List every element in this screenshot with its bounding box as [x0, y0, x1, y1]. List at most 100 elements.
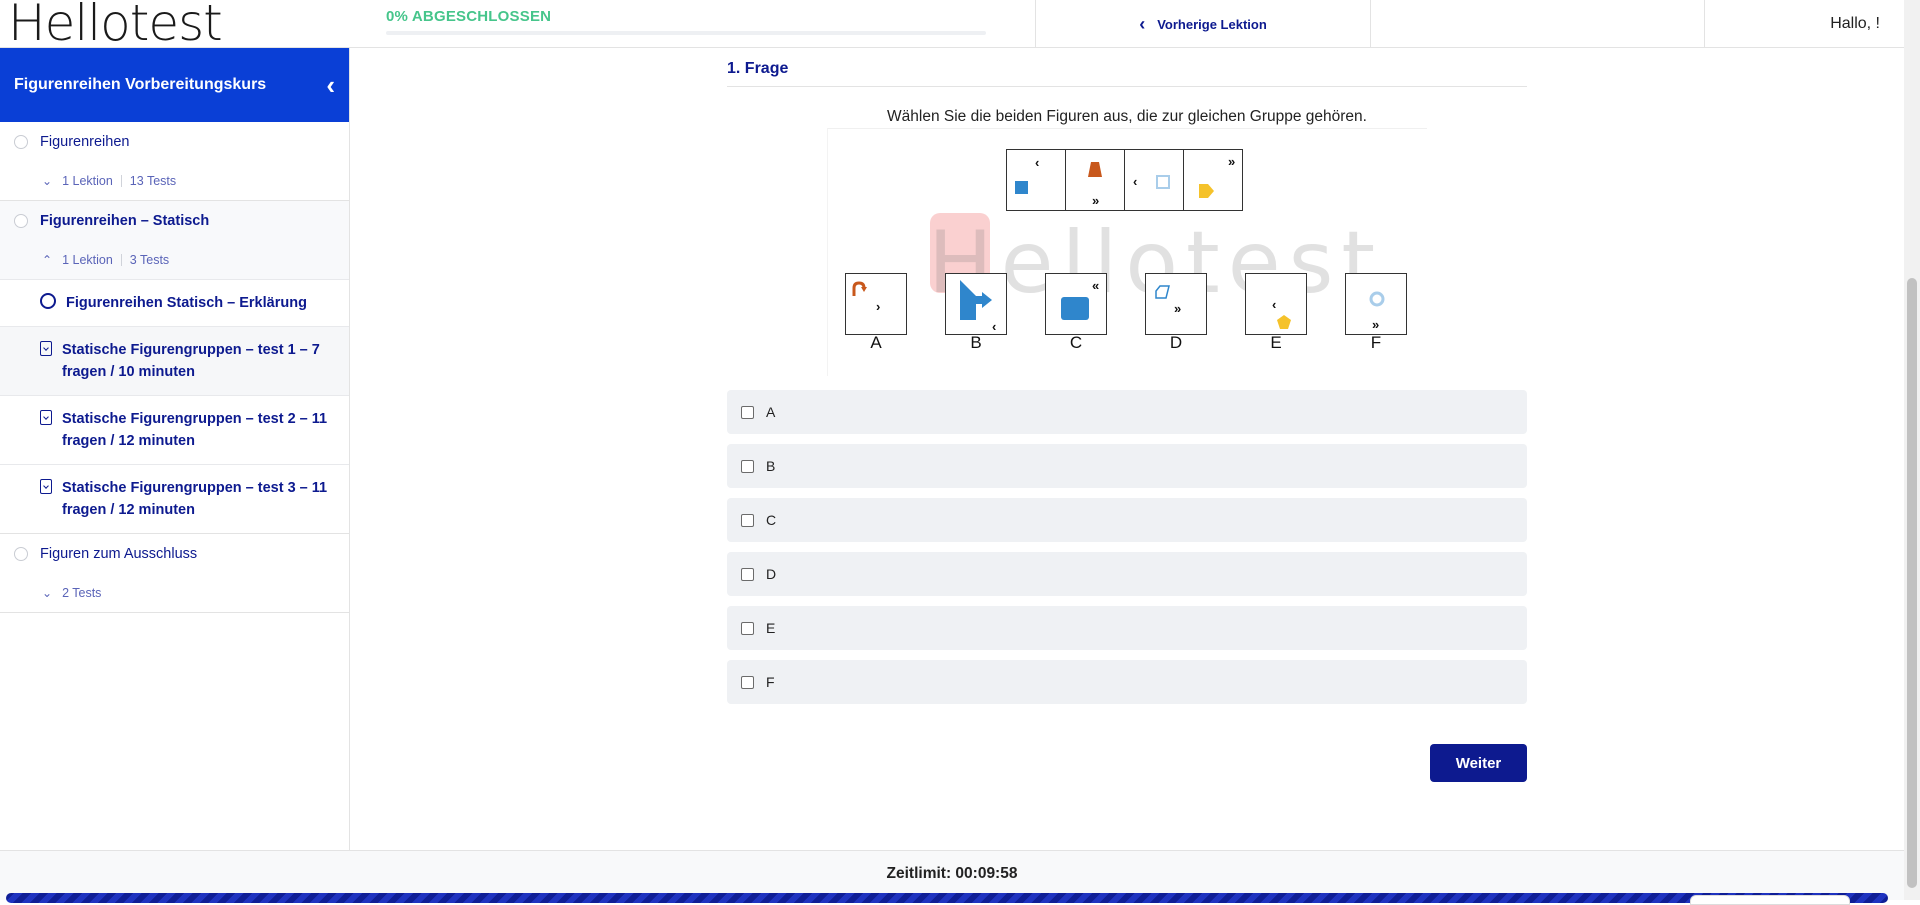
blue-square-shape — [1015, 181, 1028, 194]
lesson-item[interactable]: Statische Figurengruppen – test 2 – 11 f… — [0, 395, 349, 464]
answer-option-f[interactable]: F — [727, 660, 1527, 704]
lesson-item[interactable]: Statische Figurengruppen – test 3 – 11 f… — [0, 464, 349, 533]
test-count: 13 Tests — [129, 174, 177, 188]
quiz-main: 1. Frage Wählen Sie die beiden Figuren a… — [351, 48, 1904, 850]
question-prompt: Wählen Sie die beiden Figuren aus, die z… — [887, 108, 1367, 125]
module-title-row[interactable]: Figurenreihen – Statisch — [0, 201, 349, 241]
module-meta-toggle[interactable]: ⌄ 2 Tests — [0, 574, 349, 612]
lesson-title: Statische Figurengruppen – test 2 – 11 f… — [62, 411, 328, 449]
time-limit-label: Zeitlimit: 00:09:58 — [886, 865, 1018, 882]
lesson-circle-icon — [40, 293, 56, 309]
lesson-title: Statische Figurengruppen – test 1 – 7 fr… — [62, 342, 320, 380]
collapse-sidebar-icon[interactable]: ‹ — [326, 72, 335, 98]
user-greeting[interactable]: Hallo, ! — [1704, 0, 1904, 48]
progress-label: 0% ABGESCHLOSSEN — [386, 8, 552, 25]
timer-bar-tab — [1690, 895, 1850, 905]
yellow-pentagon-shape — [1277, 315, 1291, 329]
logo-text: Hellotest — [8, 0, 223, 52]
progress-circle-icon — [14, 547, 28, 561]
course-header: Figurenreihen Vorbereitungskurs ‹ — [0, 48, 349, 122]
next-button[interactable]: Weiter — [1430, 744, 1527, 782]
chevron-down-icon: ⌄ — [42, 586, 53, 600]
lesson-title: Statische Figurengruppen – test 3 – 11 f… — [62, 480, 328, 518]
figure-option-b: ‹ — [945, 273, 1007, 335]
figure-option-d: » — [1145, 273, 1207, 335]
single-left-arrow-glyph: ‹ — [992, 319, 997, 334]
lesson-item[interactable]: Figurenreihen Statisch – Erklärung — [0, 279, 349, 326]
module-title: Figurenreihen – Statisch — [40, 213, 210, 229]
page-scrollbar[interactable] — [1904, 0, 1920, 900]
single-left-arrow-glyph: ‹ — [1133, 174, 1138, 189]
answer-label: D — [766, 566, 777, 582]
answer-label: B — [766, 458, 776, 474]
lesson-title: Figurenreihen Statisch – Erklärung — [66, 295, 307, 311]
answer-option-e[interactable]: E — [727, 606, 1527, 650]
sidebar-module-figuren-zum-ausschluss: Figuren zum Ausschluss ⌄ 2 Tests — [0, 534, 349, 613]
figure-label-c: C — [1069, 333, 1083, 352]
timer-progress-bar — [6, 893, 1888, 903]
meta-divider — [120, 175, 122, 187]
answer-label: C — [766, 512, 777, 528]
lesson-item-current[interactable]: Statische Figurengruppen – test 1 – 7 fr… — [0, 326, 349, 395]
sequence-cell: » — [1065, 149, 1125, 211]
module-title-row[interactable]: Figurenreihen — [0, 122, 349, 162]
answer-option-d[interactable]: D — [727, 552, 1527, 596]
module-meta-toggle[interactable]: ⌃ 1 Lektion 3 Tests — [0, 241, 349, 279]
module-meta-toggle[interactable]: ⌄ 1 Lektion 13 Tests — [0, 162, 349, 200]
answer-checkbox[interactable] — [741, 675, 754, 689]
answer-option-c[interactable]: C — [727, 498, 1527, 542]
test-count: 3 Tests — [129, 253, 170, 267]
meta-divider — [120, 254, 122, 266]
figure-label-b: B — [970, 333, 982, 352]
answer-checkbox[interactable] — [741, 405, 754, 419]
answer-checkbox[interactable] — [741, 567, 754, 581]
single-right-arrow-glyph: › — [876, 299, 881, 314]
module-title: Figurenreihen — [40, 134, 130, 150]
module-title: Figuren zum Ausschluss — [40, 546, 198, 562]
question-figure: Hellotest ‹ » ‹ » › A ‹ B « C » D ‹ E » … — [827, 128, 1427, 376]
figure-label-e: E — [1270, 333, 1282, 352]
course-progress: 0% ABGESCHLOSSEN — [386, 8, 986, 35]
light-blue-square-outline-shape — [1156, 175, 1170, 189]
sequence-cell: » — [1183, 149, 1243, 211]
figure-label-a: A — [870, 333, 882, 352]
lesson-count: 1 Lektion — [62, 253, 113, 267]
figure-option-e: ‹ — [1245, 273, 1307, 335]
answer-checkbox[interactable] — [741, 513, 754, 527]
single-left-arrow-glyph: ‹ — [1035, 155, 1040, 170]
scrollbar-thumb[interactable] — [1907, 278, 1917, 888]
answer-checkbox[interactable] — [741, 459, 754, 473]
progress-circle-icon — [14, 214, 28, 228]
answer-option-b[interactable]: B — [727, 444, 1527, 488]
sequence-cell: ‹ — [1124, 149, 1184, 211]
yellow-pentagon-arrow-shape — [1199, 184, 1214, 198]
sidebar-module-figurenreihen: Figurenreihen ⌄ 1 Lektion 13 Tests — [0, 122, 349, 201]
answer-label: F — [766, 674, 775, 690]
previous-lesson-label: Vorherige Lektion — [1157, 16, 1267, 32]
orange-trapezoid-shape — [1088, 162, 1102, 177]
blue-rounded-rect-shape — [1061, 297, 1089, 320]
quiz-document-icon — [40, 341, 52, 356]
figure-option-a: › — [845, 273, 907, 335]
timer-footer: Zeitlimit: 00:09:58 — [0, 850, 1904, 905]
double-right-arrow-glyph: » — [1228, 154, 1236, 169]
question-heading: 1. Frage — [727, 60, 1527, 87]
hellotest-logo[interactable]: Hellotest_ — [8, 0, 247, 52]
module-title-row[interactable]: Figuren zum Ausschluss — [0, 534, 349, 574]
figure-label-d: D — [1169, 333, 1183, 352]
answer-option-a[interactable]: A — [727, 390, 1527, 434]
test-count: 2 Tests — [62, 586, 102, 600]
answer-checkbox[interactable] — [741, 621, 754, 635]
figure-option-c: « — [1045, 273, 1107, 335]
orange-hook-shape — [852, 281, 867, 296]
answer-label: A — [766, 404, 776, 420]
answer-options: A B C D E F — [727, 390, 1527, 714]
answer-label: E — [766, 620, 776, 636]
header-spacer — [1370, 0, 1704, 48]
lesson-count: 1 Lektion — [62, 174, 113, 188]
quiz-document-icon — [40, 479, 52, 494]
previous-lesson-button[interactable]: ‹ Vorherige Lektion — [1035, 0, 1370, 48]
figure-label-f: F — [1370, 333, 1382, 352]
figure-option-f: » — [1345, 273, 1407, 335]
chevron-left-icon: ‹ — [1139, 13, 1146, 34]
